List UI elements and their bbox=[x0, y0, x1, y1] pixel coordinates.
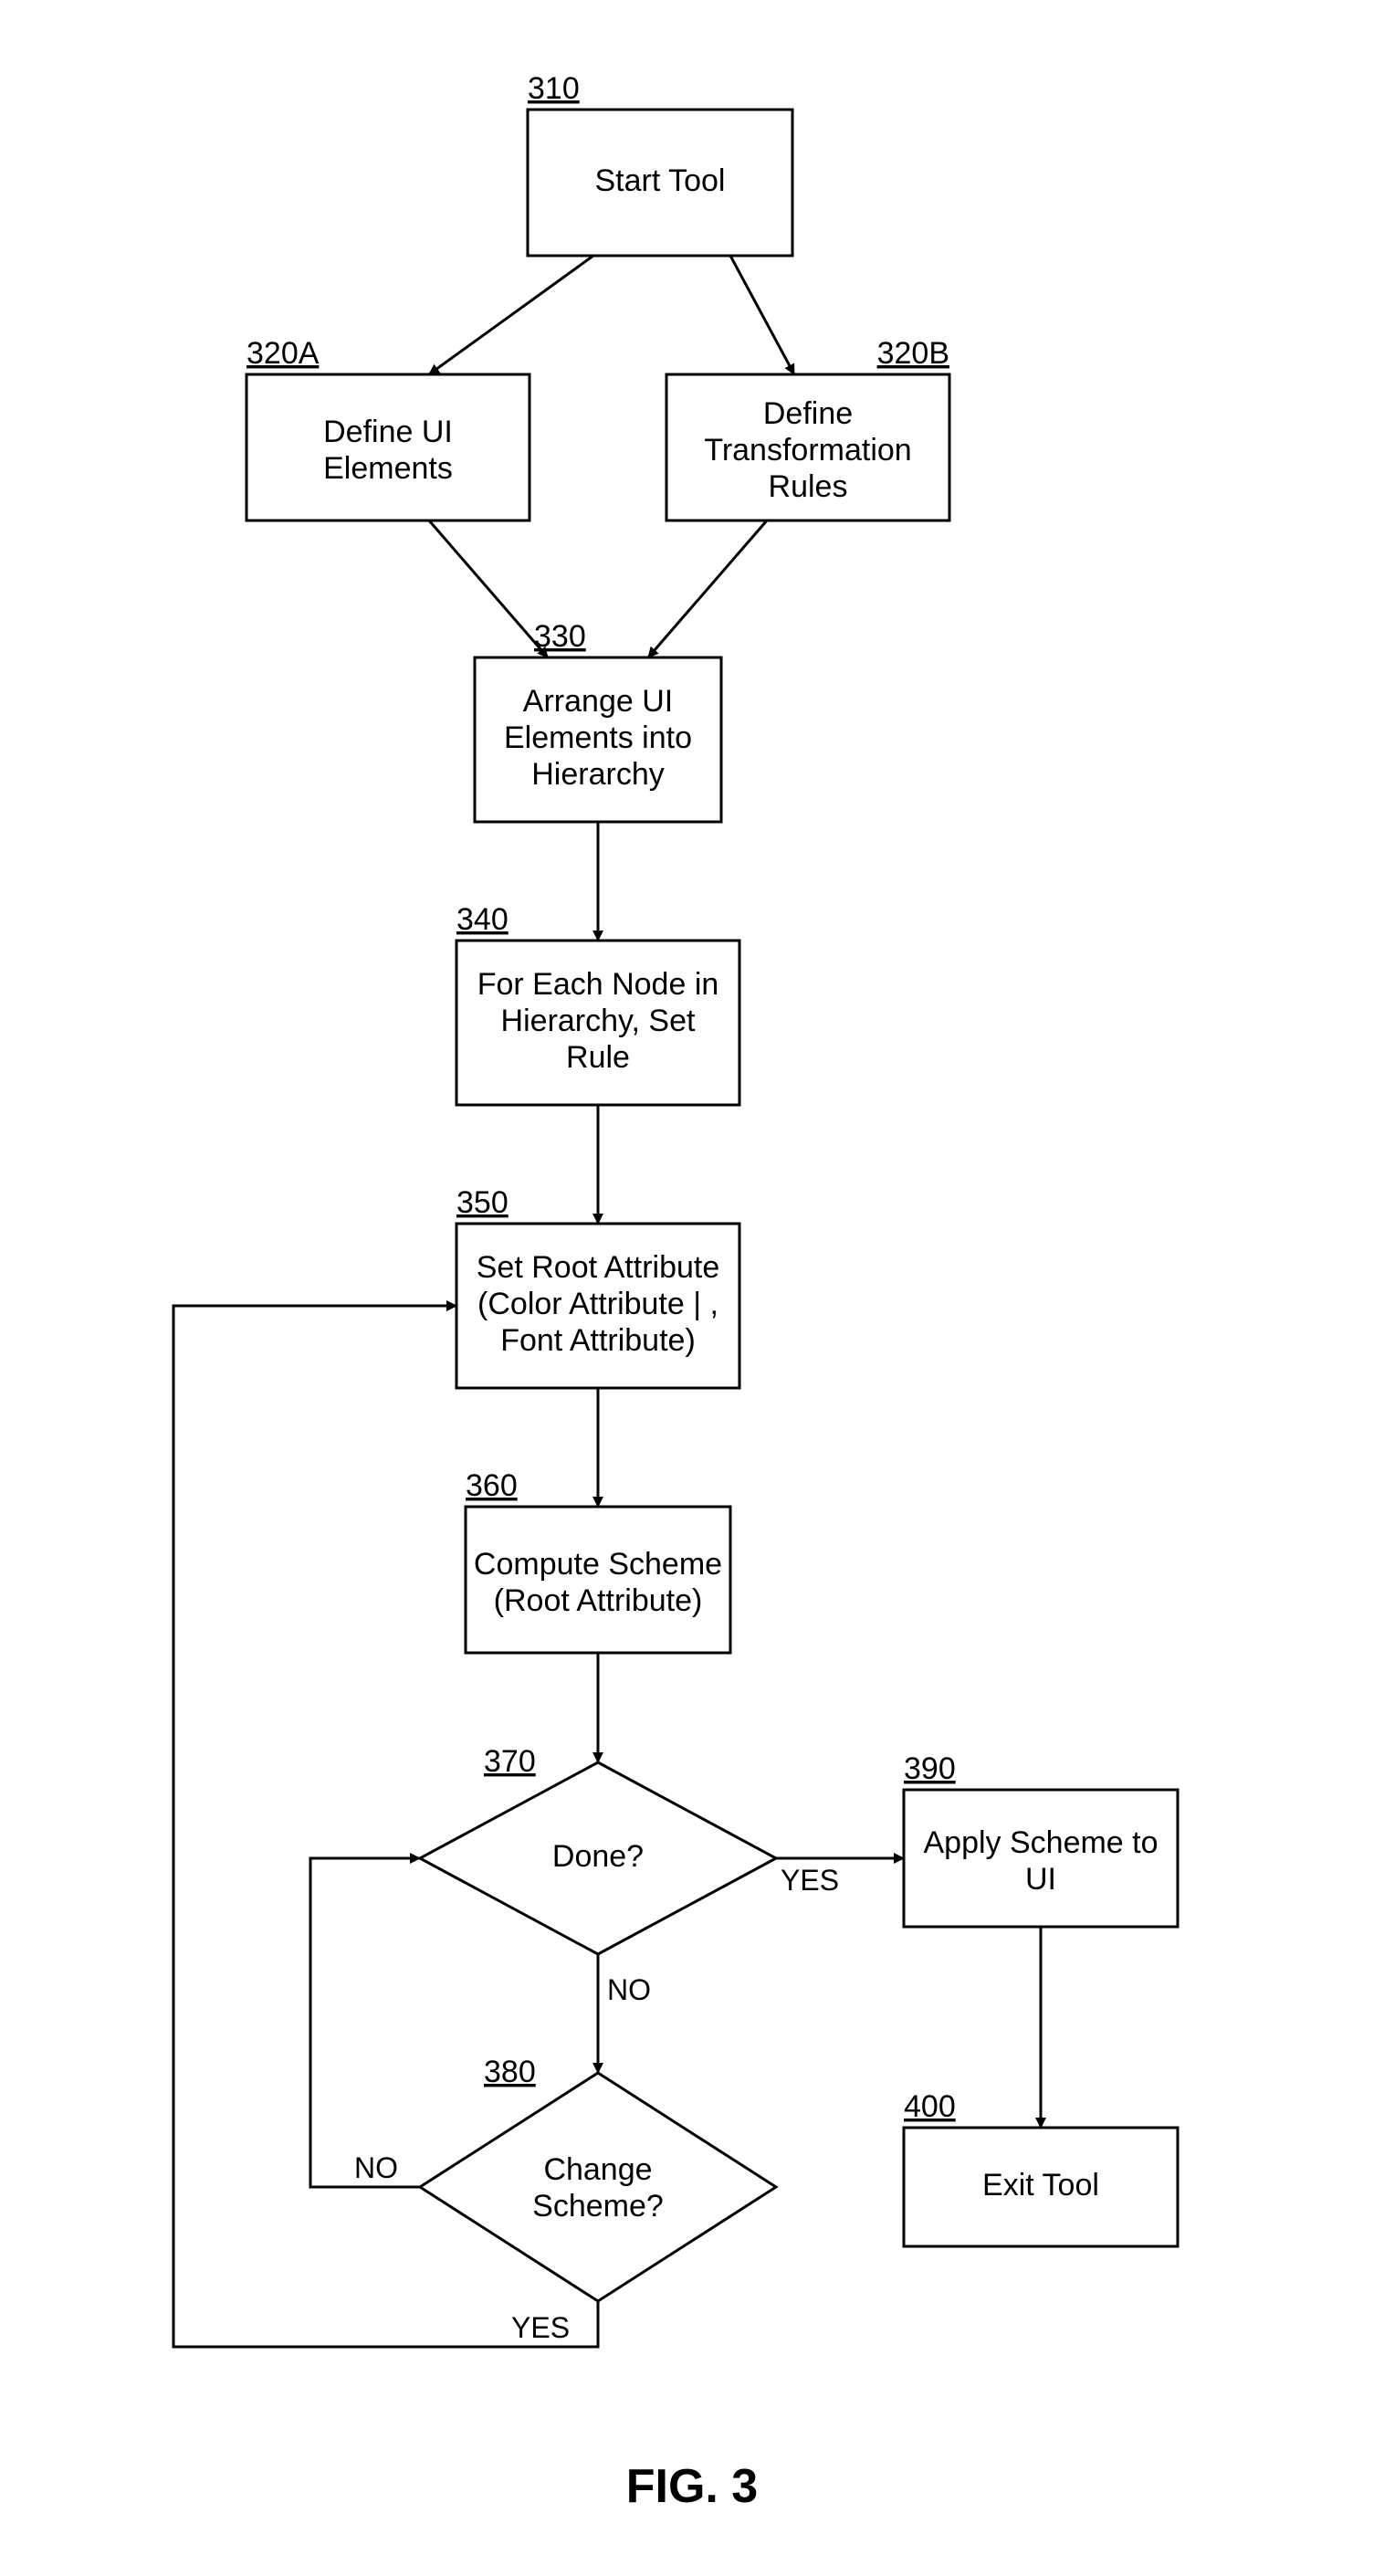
svg-text:390: 390 bbox=[904, 1751, 956, 1786]
node-320B: 320B Define Transformation Rules bbox=[666, 336, 949, 520]
svg-text:Compute Scheme: Compute Scheme bbox=[474, 1547, 722, 1582]
label-no-380: NO bbox=[354, 2151, 398, 2184]
edge-310-320B bbox=[730, 256, 794, 374]
svg-text:Elements into: Elements into bbox=[504, 720, 692, 755]
label-yes-380: YES bbox=[511, 2311, 570, 2344]
svg-text:Arrange UI: Arrange UI bbox=[523, 684, 673, 719]
svg-text:(Color Attribute | ,: (Color Attribute | , bbox=[477, 1287, 718, 1321]
svg-text:320B: 320B bbox=[877, 336, 949, 371]
svg-text:(Root Attribute): (Root Attribute) bbox=[494, 1583, 703, 1618]
figure-label: FIG. 3 bbox=[626, 2460, 758, 2513]
svg-text:Transformation: Transformation bbox=[704, 433, 911, 468]
svg-text:Rule: Rule bbox=[566, 1040, 630, 1075]
node-320A: 320A Define UI Elements bbox=[246, 336, 529, 520]
svg-text:Define UI: Define UI bbox=[323, 415, 453, 449]
node-390: 390 Apply Scheme to UI bbox=[904, 1751, 1178, 1927]
svg-text:Font Attribute): Font Attribute) bbox=[500, 1323, 696, 1358]
svg-text:UI: UI bbox=[1025, 1862, 1056, 1897]
svg-text:310: 310 bbox=[528, 71, 580, 106]
edge-310-320A bbox=[429, 256, 593, 374]
flowchart-fig3: 310 Start Tool 320A Define UI Elements 3… bbox=[0, 0, 1384, 2576]
svg-text:400: 400 bbox=[904, 2089, 956, 2124]
edge-320A-330 bbox=[429, 520, 548, 657]
svg-text:For Each Node in: For Each Node in bbox=[477, 967, 719, 1002]
node-330: 330 Arrange UI Elements into Hierarchy bbox=[475, 619, 721, 822]
label-no-370: NO bbox=[607, 1973, 651, 2006]
svg-text:320A: 320A bbox=[246, 336, 320, 371]
edge-380-370 bbox=[310, 1858, 420, 2187]
svg-text:370: 370 bbox=[484, 1744, 536, 1779]
svg-text:Done?: Done? bbox=[552, 1839, 644, 1874]
svg-text:Set Root Attribute: Set Root Attribute bbox=[477, 1250, 720, 1285]
label-yes-370: YES bbox=[781, 1864, 839, 1897]
svg-text:Exit Tool: Exit Tool bbox=[982, 2168, 1099, 2203]
svg-text:Rules: Rules bbox=[769, 469, 848, 504]
svg-text:Scheme?: Scheme? bbox=[532, 2189, 664, 2224]
svg-text:360: 360 bbox=[466, 1468, 518, 1503]
svg-text:Define: Define bbox=[763, 396, 853, 431]
node-380: 380 Change Scheme? bbox=[420, 2055, 776, 2301]
svg-text:Hierarchy: Hierarchy bbox=[531, 757, 664, 792]
svg-text:Hierarchy, Set: Hierarchy, Set bbox=[501, 1004, 696, 1038]
svg-text:380: 380 bbox=[484, 2055, 536, 2089]
svg-text:340: 340 bbox=[456, 902, 509, 937]
edge-320B-330 bbox=[648, 520, 767, 657]
node-310: 310 Start Tool bbox=[528, 71, 792, 256]
svg-text:Apply Scheme to: Apply Scheme to bbox=[923, 1825, 1158, 1860]
svg-text:Change: Change bbox=[543, 2152, 652, 2187]
node-370: 370 Done? bbox=[420, 1744, 776, 1954]
svg-text:350: 350 bbox=[456, 1185, 509, 1220]
svg-text:Start Tool: Start Tool bbox=[594, 163, 725, 198]
svg-text:Elements: Elements bbox=[323, 451, 453, 486]
